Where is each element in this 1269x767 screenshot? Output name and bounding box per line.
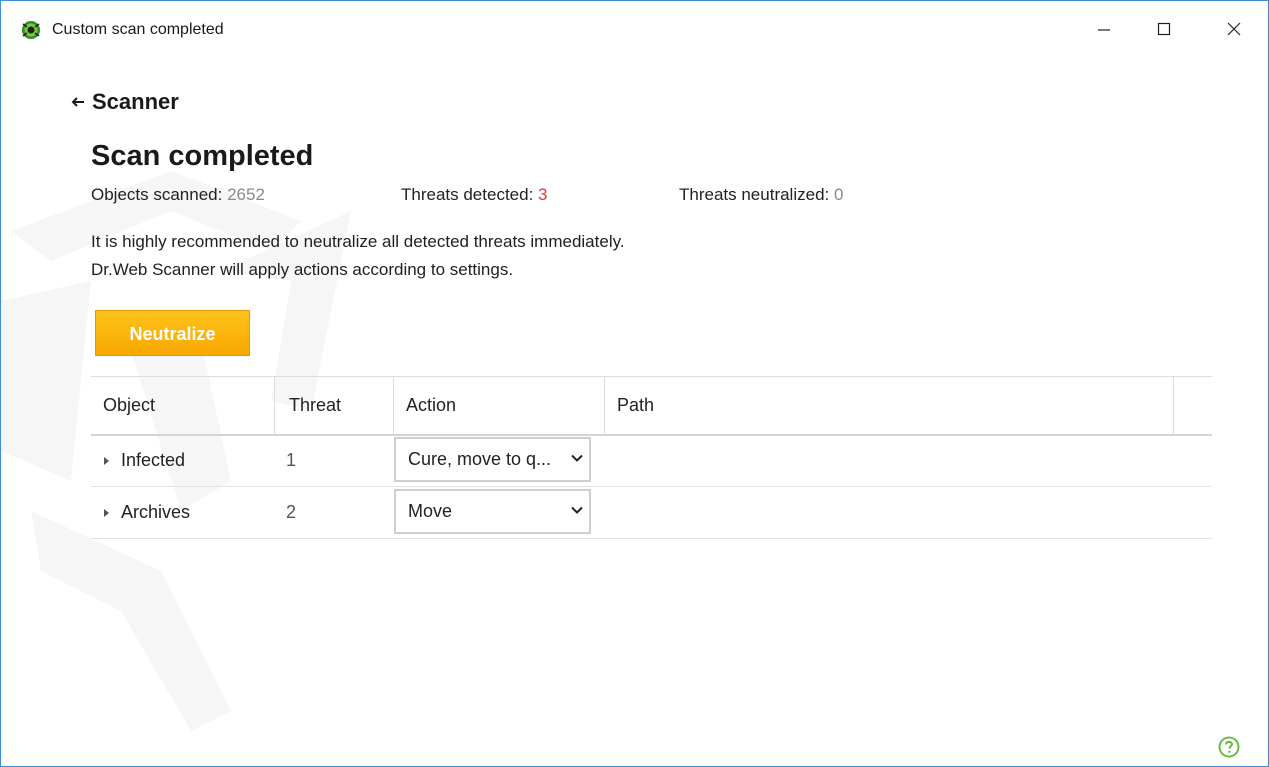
threats-detected-label: Threats detected: [401, 185, 534, 204]
arrow-left-icon [71, 97, 84, 107]
table-row[interactable]: Infected 1 Cure, move to q... [91, 435, 1212, 487]
chevron-down-icon [571, 454, 583, 462]
column-header-action[interactable]: Action [393, 377, 604, 434]
settings-note-text: Dr.Web Scanner will apply actions accord… [91, 260, 514, 279]
threats-detected-stat: Threats detected: 3 [401, 185, 548, 205]
threats-neutralized-label: Threats neutralized: [679, 185, 830, 204]
recommendation-text: It is highly recommended to neutralize a… [91, 232, 625, 251]
threat-count: 1 [286, 450, 297, 470]
column-header-path[interactable]: Path [604, 377, 1174, 434]
minimize-button[interactable] [1081, 11, 1127, 47]
object-cell[interactable]: Infected [103, 435, 185, 486]
page-title: Scan completed [91, 140, 314, 172]
close-icon [1227, 22, 1241, 36]
title-bar: Custom scan completed [1, 1, 1268, 57]
triangle-right-icon[interactable] [103, 508, 110, 518]
drweb-spider-icon [22, 21, 40, 39]
object-name: Infected [121, 450, 186, 470]
help-icon[interactable] [1218, 736, 1240, 758]
triangle-right-icon[interactable] [103, 456, 110, 466]
action-select-value: Cure, move to q... [408, 449, 552, 469]
threat-count: 2 [286, 502, 297, 522]
column-header-threat[interactable]: Threat [274, 377, 393, 434]
column-header-extra [1173, 377, 1212, 434]
threats-detected-value: 3 [538, 185, 548, 204]
object-name: Archives [121, 502, 191, 522]
threats-neutralized-stat: Threats neutralized: 0 [679, 185, 843, 205]
neutralize-button[interactable]: Neutralize [95, 310, 250, 356]
close-button[interactable] [1211, 11, 1257, 47]
back-link-label: Scanner [92, 89, 179, 114]
scanner-window: Custom scan completed Scanner Scan compl… [0, 0, 1269, 767]
objects-scanned-stat: Objects scanned: 2652 [91, 185, 265, 205]
minimize-icon [1098, 29, 1110, 31]
maximize-button[interactable] [1141, 11, 1187, 47]
back-to-scanner-link[interactable]: Scanner [71, 89, 179, 115]
chevron-down-icon [571, 506, 583, 514]
window-title: Custom scan completed [52, 21, 224, 38]
action-select[interactable]: Move [394, 489, 591, 534]
table-header: Object Threat Action Path [91, 376, 1212, 436]
action-select-value: Move [408, 501, 453, 521]
objects-scanned-value: 2652 [227, 185, 265, 204]
object-cell[interactable]: Archives [103, 487, 190, 538]
table-row[interactable]: Archives 2 Move [91, 487, 1212, 539]
column-header-object[interactable]: Object [91, 377, 274, 434]
maximize-icon [1157, 22, 1171, 36]
objects-scanned-label: Objects scanned: [91, 185, 223, 204]
action-select[interactable]: Cure, move to q... [394, 437, 591, 482]
threats-neutralized-value: 0 [833, 185, 844, 204]
